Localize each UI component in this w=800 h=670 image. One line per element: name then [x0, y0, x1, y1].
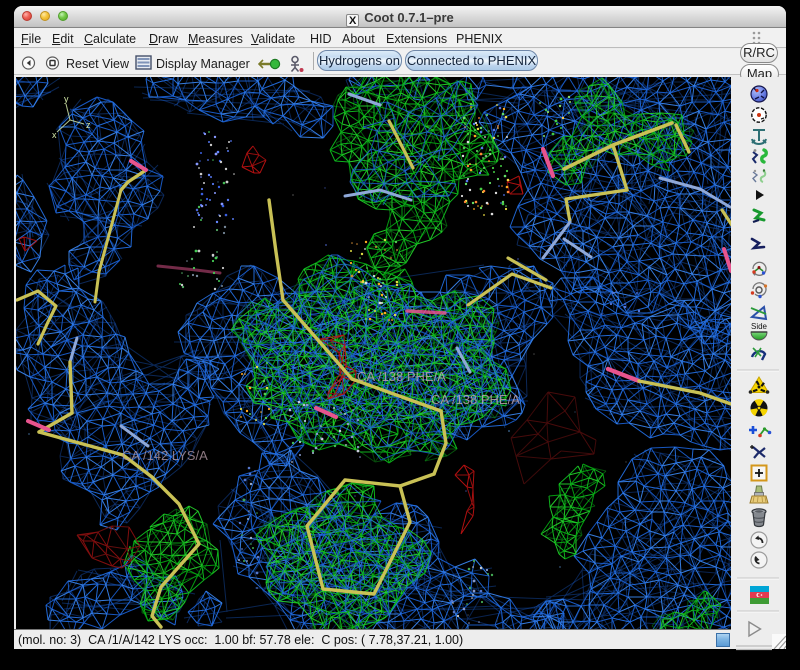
- svg-text:Side: Side: [751, 322, 768, 331]
- svg-text:x: x: [52, 130, 57, 140]
- svg-text:CA /138 PHE/A: CA /138 PHE/A: [431, 392, 520, 407]
- svg-text:CA /138 PHE/A: CA /138 PHE/A: [357, 369, 446, 384]
- svg-text:y: y: [64, 94, 69, 104]
- svg-text:CA /142 LYS/A: CA /142 LYS/A: [122, 448, 208, 463]
- svg-text:z: z: [86, 120, 91, 130]
